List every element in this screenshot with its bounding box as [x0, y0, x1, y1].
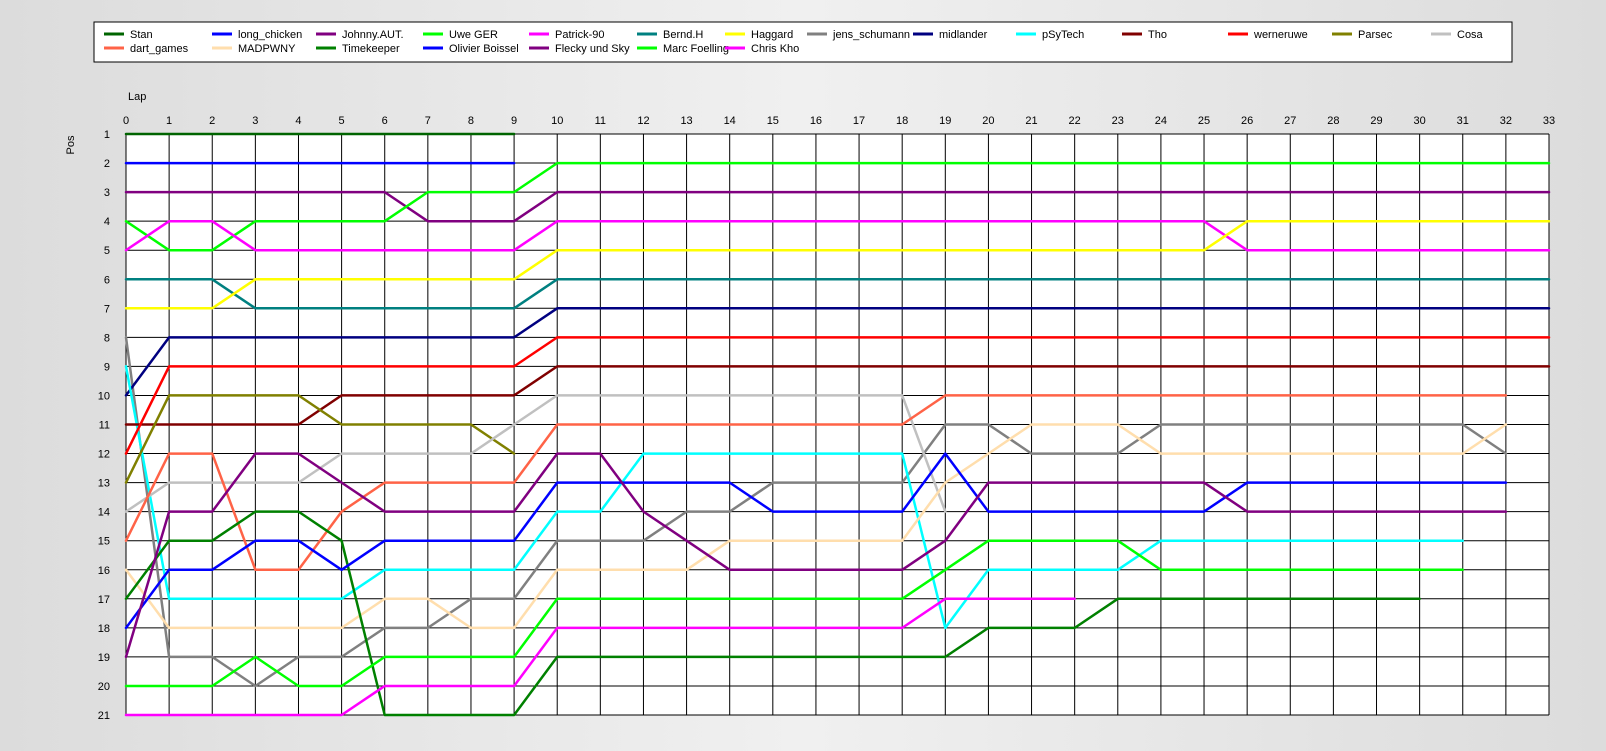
legend-label-long-chicken: long_chicken: [238, 29, 302, 41]
legend-label-stan: Stan: [130, 29, 153, 41]
x-tick-label: 25: [1198, 115, 1210, 127]
x-tick-label: 8: [468, 115, 474, 127]
x-tick-label: 29: [1370, 115, 1382, 127]
legend-label-werneruwe: werneruwe: [1253, 29, 1308, 41]
y-tick-label: 5: [104, 245, 110, 257]
legend-label-jens-schumann: jens_schumann: [832, 29, 910, 41]
x-tick-label: 2: [209, 115, 215, 127]
x-tick-label: 27: [1284, 115, 1296, 127]
x-tick-label: 30: [1414, 115, 1426, 127]
x-tick-label: 11: [595, 115, 606, 127]
x-tick-label: 28: [1327, 115, 1339, 127]
x-tick-label: 3: [252, 115, 258, 127]
x-tick-label: 21: [1025, 115, 1037, 127]
lap-chart: Stan long_chicken Johnny.AUT. Uwe GER Patric…: [0, 0, 1606, 746]
lap-position-chart-svg: Stan long_chicken Johnny.AUT. Uwe GER Patric…: [65, 21, 1555, 722]
x-tick-label: 23: [1112, 115, 1124, 127]
x-tick-label: 6: [382, 115, 388, 127]
legend-label-cosa: Cosa: [1457, 29, 1484, 41]
y-tick-label: 4: [104, 216, 110, 228]
legend-label-parsec: Parsec: [1358, 29, 1393, 41]
x-tick-label: 1: [166, 115, 172, 127]
y-tick-label: 10: [98, 390, 110, 402]
legend-label-bernd-h: Bernd.H: [663, 29, 703, 41]
y-tick-label: 18: [98, 623, 110, 635]
y-tick-label: 14: [98, 507, 110, 519]
x-tick-label: 24: [1155, 115, 1167, 127]
y-tick-label: 15: [98, 536, 110, 548]
legend-label-marc-foelling: Marc Foelling: [663, 43, 729, 55]
legend-label-madpwny: MADPWNY: [238, 43, 296, 55]
x-tick-label: 15: [767, 115, 779, 127]
legend-label-midlander: midlander: [939, 29, 988, 41]
x-tick-label: 31: [1457, 115, 1469, 127]
x-tick-label: 9: [511, 115, 517, 127]
y-tick-label: 9: [104, 361, 110, 373]
x-tick-label: 16: [810, 115, 822, 127]
y-tick-label: 20: [98, 681, 110, 693]
y-tick-label: 3: [104, 187, 110, 199]
x-tick-label: 19: [939, 115, 951, 127]
y-tick-label: 17: [98, 594, 110, 606]
x-tick-label: 5: [339, 115, 345, 127]
x-tick-label: 33: [1543, 115, 1555, 127]
x-tick-label: 0: [123, 115, 129, 127]
y-tick-label: 1: [104, 129, 110, 141]
x-tick-label: 13: [680, 115, 692, 127]
legend-label-olivier-boissel: Olivier Boissel: [449, 43, 519, 55]
y-tick-label: 12: [98, 449, 110, 461]
x-tick-label: 7: [425, 115, 431, 127]
legend-label-dart-games: dart_games: [130, 43, 189, 55]
y-tick-label: 13: [98, 478, 110, 490]
x-tick-label: 18: [896, 115, 908, 127]
x-tick-label: 22: [1069, 115, 1081, 127]
x-tick-label: 14: [724, 115, 736, 127]
x-tick-label: 10: [551, 115, 563, 127]
x-tick-label: 17: [853, 115, 865, 127]
x-tick-label: 12: [637, 115, 649, 127]
legend-label-patrick-90: Patrick-90: [555, 29, 605, 41]
legend-label-uwe-ger: Uwe GER: [449, 29, 498, 41]
y-tick-label: 11: [99, 420, 110, 432]
y-tick-label: 7: [104, 303, 110, 315]
legend-label-chris-kho: Chris Kho: [751, 43, 799, 55]
x-tick-label: 4: [295, 115, 301, 127]
x-tick-label: 20: [982, 115, 994, 127]
legend-label-psytech: pSyTech: [1042, 29, 1084, 41]
legend-label-timekeeper: Timekeeper: [342, 43, 400, 55]
y-axis-label: Pos: [65, 135, 77, 154]
y-tick-label: 19: [98, 652, 110, 664]
legend-label-flecky-und-sky: Flecky und Sky: [555, 43, 630, 55]
legend-box: [93, 21, 1513, 63]
x-tick-label: 26: [1241, 115, 1253, 127]
y-tick-label: 16: [98, 565, 110, 577]
legend-label-haggard: Haggard: [751, 29, 793, 41]
x-axis-label: Lap: [128, 91, 146, 103]
y-tick-label: 6: [104, 274, 110, 286]
legend-label-johnny-aut-: Johnny.AUT.: [342, 29, 404, 41]
x-tick-label: 32: [1500, 115, 1512, 127]
y-tick-label: 21: [98, 710, 110, 722]
y-tick-label: 2: [104, 158, 110, 170]
legend-label-tho: Tho: [1148, 29, 1167, 41]
y-tick-label: 8: [104, 332, 110, 344]
